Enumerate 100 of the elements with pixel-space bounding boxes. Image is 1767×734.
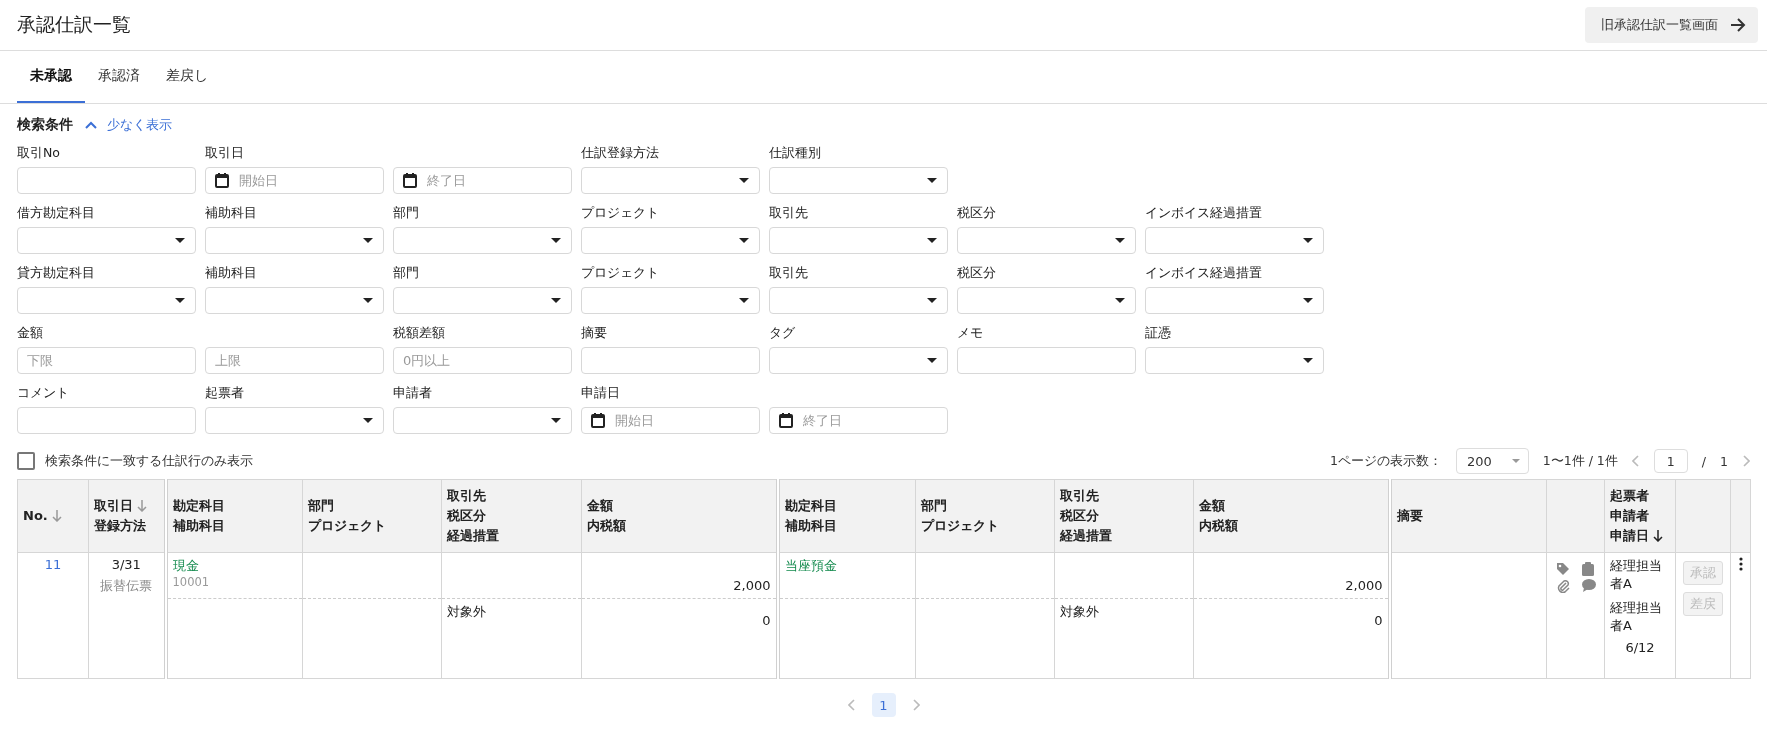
dropdown-field[interactable] [769,287,948,314]
input-field[interactable]: 下限 [17,347,196,374]
input-field[interactable] [957,347,1136,374]
field-label: 借方勘定科目 [17,204,96,221]
column-header: 起票者 [1610,487,1649,505]
page-separator: / [1701,453,1707,469]
dropdown-caret-icon [1115,238,1125,243]
date-placeholder: 終了日 [803,411,842,430]
column-header: プロジェクト [921,517,999,535]
field-label: プロジェクト [581,204,660,221]
dropdown-field[interactable] [205,407,384,434]
field-label: 取引日 [205,144,245,161]
dropdown-field[interactable] [1145,227,1324,254]
amount-cell: 2,000 [1345,578,1383,593]
tax-category-cell: 対象外 [447,604,486,619]
dropdown-field[interactable] [205,227,384,254]
date-field[interactable]: 終了日 [769,407,948,434]
date-field[interactable]: 終了日 [393,167,572,194]
field-label: タグ [769,324,796,341]
input-field[interactable] [17,407,196,434]
page-input[interactable]: 1 [1653,449,1688,473]
dropdown-caret-icon [363,298,373,303]
field-label: 金額 [17,324,44,341]
dropdown-field[interactable] [393,227,572,254]
sub-account-cell-text: 10001 [172,575,211,589]
dropdown-caret-icon [363,418,373,423]
column-header: 取引先 [447,487,486,505]
calendar-icon [403,173,417,188]
input-field[interactable]: 上限 [205,347,384,374]
page-button[interactable]: 1 [871,693,896,717]
checkbox[interactable] [17,452,35,470]
dropdown-caret-icon [739,238,749,243]
dropdown-field[interactable] [957,287,1136,314]
dropdown-field[interactable] [393,287,572,314]
column-header: 金額 [587,497,613,515]
previous-page-icon[interactable] [847,699,856,711]
dropdown-field[interactable] [17,227,196,254]
dropdown-field[interactable] [205,287,384,314]
input-field[interactable] [581,347,760,374]
date-placeholder: 終了日 [427,171,466,190]
dropdown-field[interactable] [581,287,760,314]
sort-arrow-icon[interactable] [1653,530,1663,542]
dropdown-field[interactable] [769,347,948,374]
column-header: プロジェクト [308,517,386,535]
creator-name: 経理担当者A [1610,557,1663,593]
next-page-icon[interactable] [1742,455,1750,467]
column-header: 勘定科目 [172,497,225,515]
dropdown-field[interactable] [769,167,948,194]
field-label: 税区分 [957,264,997,281]
entry-number-link[interactable]: 11 [44,557,62,572]
dropdown-field[interactable] [1145,287,1324,314]
dropdown-field[interactable] [769,227,948,254]
dropdown-caret-icon [551,298,561,303]
column-header: 補助科目 [784,517,837,535]
show-less-link[interactable]: 少なく表示 [85,116,172,134]
column-header: 申請日 [1610,527,1649,545]
next-page-icon[interactable] [911,699,920,711]
column-header: 金額 [1199,497,1225,515]
date-field[interactable]: 開始日 [581,407,760,434]
more-menu-icon[interactable] [1738,557,1743,571]
calendar-icon [215,173,229,188]
dropdown-field[interactable] [1145,347,1324,374]
previous-page-icon[interactable] [1631,455,1640,467]
dropdown-field[interactable] [581,167,760,194]
column-header: 部門 [921,497,947,515]
chevron-up-icon [85,121,97,129]
comment-icon[interactable] [1581,579,1596,592]
per-page-select[interactable]: 200 [1455,448,1529,474]
field-label: 仕訳種別 [769,144,822,161]
clipboard-icon[interactable] [1581,562,1594,576]
page-total: 1 [1720,453,1728,469]
dropdown-caret-icon [1303,298,1313,303]
account-cell-text: 当座預金 [784,557,838,575]
dropdown-field[interactable] [393,407,572,434]
dropdown-caret-icon [739,298,749,303]
date-field[interactable]: 開始日 [205,167,384,194]
date-placeholder: 開始日 [615,411,654,430]
applicant-name: 経理担当者A [1610,599,1663,635]
field-label: 取引先 [769,264,809,281]
column-header: 税区分 [1060,507,1099,525]
dropdown-field[interactable] [581,227,760,254]
checkbox-label: 検索条件に一致する仕訳行のみ表示 [45,452,253,470]
tab[interactable]: 差戻し [153,51,221,103]
page-title: 承認仕訳一覧 [17,12,131,37]
tab[interactable]: 承認済 [85,51,153,103]
dropdown-field[interactable] [17,287,196,314]
column-header: 取引日 [94,497,133,515]
old-list-button[interactable]: 旧承認仕訳一覧画面 [1585,7,1758,43]
dropdown-field[interactable] [957,227,1136,254]
input-field[interactable] [17,167,196,194]
tab[interactable]: 未承認 [17,51,85,103]
date-placeholder: 開始日 [239,171,278,190]
dropdown-caret-icon [1115,298,1125,303]
column-header: 摘要 [1396,507,1423,525]
arrow-right-icon [1730,18,1746,32]
paperclip-icon[interactable] [1555,579,1570,593]
input-field[interactable]: 0円以上 [393,347,572,374]
tag-icon[interactable] [1555,562,1570,576]
applied-date: 6/12 [1624,639,1656,657]
field-label: メモ [957,324,984,341]
